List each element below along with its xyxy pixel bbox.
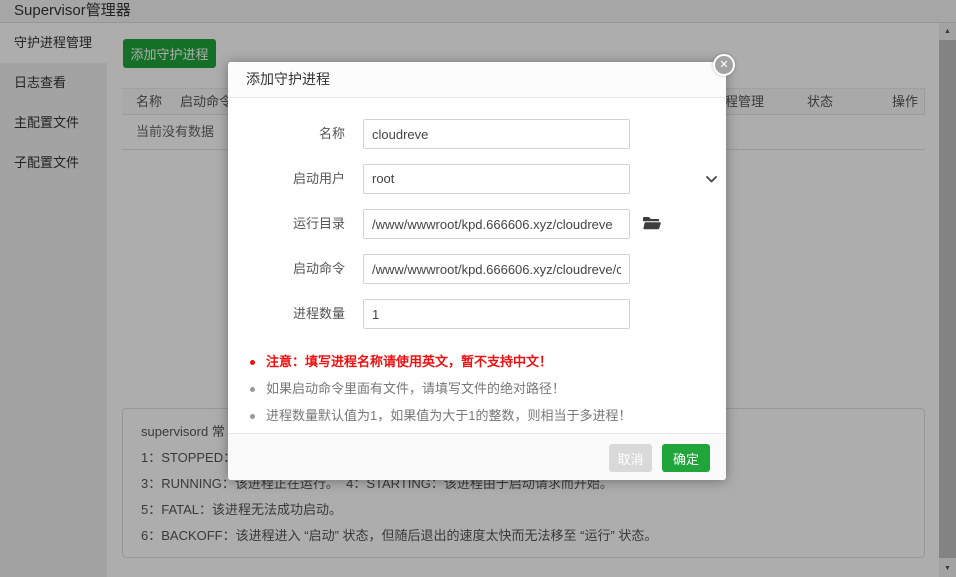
- run-dir-input[interactable]: [363, 209, 630, 239]
- form-row-name: 名称: [228, 119, 726, 149]
- confirm-button[interactable]: 确定: [662, 444, 710, 472]
- note-text: 进程数量默认值为1，如果值为大于1的整数，则相当于多进程！: [266, 406, 631, 426]
- start-user-label: 启动用户: [228, 164, 345, 194]
- cancel-button[interactable]: 取消: [609, 444, 652, 472]
- name-label: 名称: [228, 119, 345, 149]
- chevron-down-icon: [706, 176, 717, 183]
- note-proc-count: 进程数量默认值为1，如果值为大于1的整数，则相当于多进程！: [228, 406, 726, 426]
- proc-num-input[interactable]: [363, 299, 630, 329]
- note-absolute-path: 如果启动命令里面有文件，请填写文件的绝对路径！: [228, 379, 726, 399]
- bullet-icon: [250, 360, 255, 365]
- note-warning: 注意：填写进程名称请使用英文，暂不支持中文！: [228, 352, 726, 372]
- close-icon[interactable]: ✕: [713, 54, 735, 76]
- modal-footer: 取消 确定: [228, 433, 726, 480]
- browse-directory-button[interactable]: [642, 216, 662, 232]
- command-input[interactable]: [363, 254, 630, 284]
- form-row-user: 启动用户 root: [228, 164, 726, 194]
- note-text: 注意：填写进程名称请使用英文，暂不支持中文！: [266, 352, 552, 372]
- start-user-select[interactable]: root: [363, 164, 630, 194]
- bullet-icon: [250, 387, 255, 392]
- folder-icon: [643, 216, 661, 230]
- run-dir-label: 运行目录: [228, 209, 345, 239]
- command-label: 启动命令: [228, 254, 345, 284]
- note-text: 如果启动命令里面有文件，请填写文件的绝对路径！: [266, 379, 565, 399]
- proc-num-label: 进程数量: [228, 299, 345, 329]
- add-daemon-modal: 添加守护进程 ✕ 名称 启动用户 root 运行目录 启动命令 进程数量 注意：…: [228, 62, 726, 480]
- form-row-run-dir: 运行目录: [228, 209, 726, 239]
- form-row-proc-num: 进程数量: [228, 299, 726, 329]
- modal-title: 添加守护进程: [228, 62, 726, 98]
- form-row-command: 启动命令: [228, 254, 726, 284]
- bullet-icon: [250, 414, 255, 419]
- name-input[interactable]: [363, 119, 630, 149]
